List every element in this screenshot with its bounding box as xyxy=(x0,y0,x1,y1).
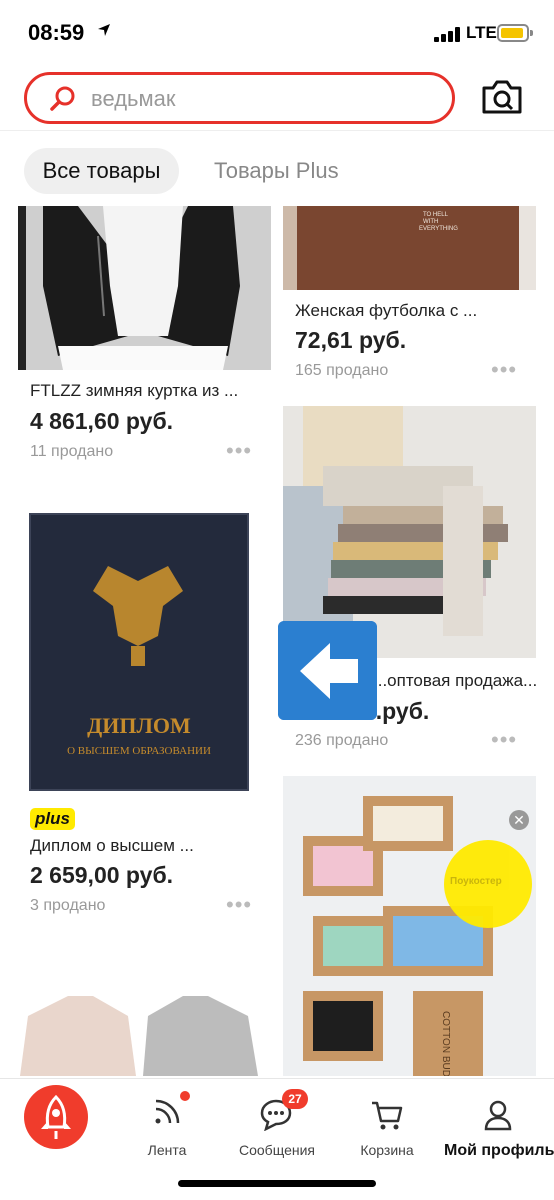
product-sold: 236 продано xyxy=(295,732,389,749)
promo-bubble-text: Поукостер xyxy=(450,876,502,887)
product-card[interactable]: ДИПЛОМ О ВЫСШЕМ ОБРАЗОВАНИИ plus Диплом … xyxy=(18,496,271,926)
back-arrow-icon[interactable] xyxy=(278,621,377,720)
more-options-icon[interactable]: ••• xyxy=(491,357,517,383)
network-label: LTE xyxy=(466,23,497,42)
messages-count-badge: 27 xyxy=(282,1089,308,1109)
product-price: 72,61 руб. xyxy=(295,327,407,353)
search-query: ведьмак xyxy=(91,86,176,111)
svg-text:О ВЫСШЕМ ОБРАЗОВАНИИ: О ВЫСШЕМ ОБРАЗОВАНИИ xyxy=(67,745,211,757)
product-image: ДИПЛОМ О ВЫСШЕМ ОБРАЗОВАНИИ xyxy=(18,496,271,796)
svg-text:TO HELL: TO HELL xyxy=(423,212,449,218)
cart-icon xyxy=(372,1101,403,1130)
product-title: Диплом о высшем ... xyxy=(30,836,194,855)
divider xyxy=(0,130,554,131)
product-title: ...оптовая продажа... xyxy=(373,671,536,690)
profile-icon xyxy=(484,1100,512,1131)
svg-text:EVERYTHING: EVERYTHING xyxy=(419,226,458,232)
tab-plus-products[interactable]: Товары Plus xyxy=(214,148,339,194)
battery-icon xyxy=(497,24,533,42)
plus-badge: plus xyxy=(30,808,75,830)
product-price: 4 861,60 руб. xyxy=(30,408,174,434)
svg-text:ДИПЛОМ: ДИПЛОМ xyxy=(87,713,191,738)
more-options-icon[interactable]: ••• xyxy=(491,727,517,753)
notification-dot xyxy=(180,1091,190,1101)
more-options-icon[interactable]: ••• xyxy=(226,438,252,464)
camera-icon[interactable] xyxy=(480,76,524,116)
product-image xyxy=(18,976,271,1076)
nav-profile-label: Мой профиль xyxy=(444,1142,554,1159)
product-sold: 165 продано xyxy=(295,362,389,379)
location-arrow-icon xyxy=(98,24,110,36)
product-sold: 3 продано xyxy=(30,897,106,914)
nav-feed-label: Лента xyxy=(147,1142,187,1158)
nav-cart-label: Корзина xyxy=(360,1142,414,1158)
product-sold: 11 продано xyxy=(30,443,114,460)
search-row: ведьмак xyxy=(0,62,554,132)
status-bar: 08:59 LTE xyxy=(0,0,554,62)
svg-text:COTTON BUDS: COTTON BUDS xyxy=(440,1011,451,1076)
svg-text:WITH: WITH xyxy=(423,219,438,225)
product-image: TO HELL WITH EVERYTHING xyxy=(283,206,536,290)
promo-bubble[interactable]: Поукостер xyxy=(444,840,532,928)
product-grid: FTLZZ зимняя куртка из ... 4 861,60 руб.… xyxy=(0,206,554,1076)
rocket-icon[interactable] xyxy=(24,1085,88,1149)
more-options-icon[interactable]: ••• xyxy=(226,892,252,918)
tab-all-products[interactable]: Все товары xyxy=(24,148,179,194)
product-price: 2 659,00 руб. xyxy=(30,862,174,888)
status-time: 08:59 xyxy=(28,20,85,45)
home-indicator xyxy=(178,1180,376,1187)
product-title: FTLZZ зимняя куртка из ... xyxy=(30,381,239,400)
product-card[interactable]: TO HELL WITH EVERYTHING Женская футболка… xyxy=(283,206,536,396)
category-tabs: Все товары Товары Plus xyxy=(0,146,554,200)
product-card[interactable] xyxy=(18,976,271,1076)
product-image xyxy=(18,206,271,370)
product-title: Женская футболка с ... xyxy=(295,301,478,320)
nav-messages-label: Сообщения xyxy=(239,1142,315,1158)
search-icon xyxy=(50,86,75,111)
close-icon[interactable]: ✕ xyxy=(509,810,529,830)
signal-icon xyxy=(434,26,462,42)
search-input[interactable]: ведьмак xyxy=(24,72,455,124)
product-card[interactable]: FTLZZ зимняя куртка из ... 4 861,60 руб.… xyxy=(18,206,271,476)
